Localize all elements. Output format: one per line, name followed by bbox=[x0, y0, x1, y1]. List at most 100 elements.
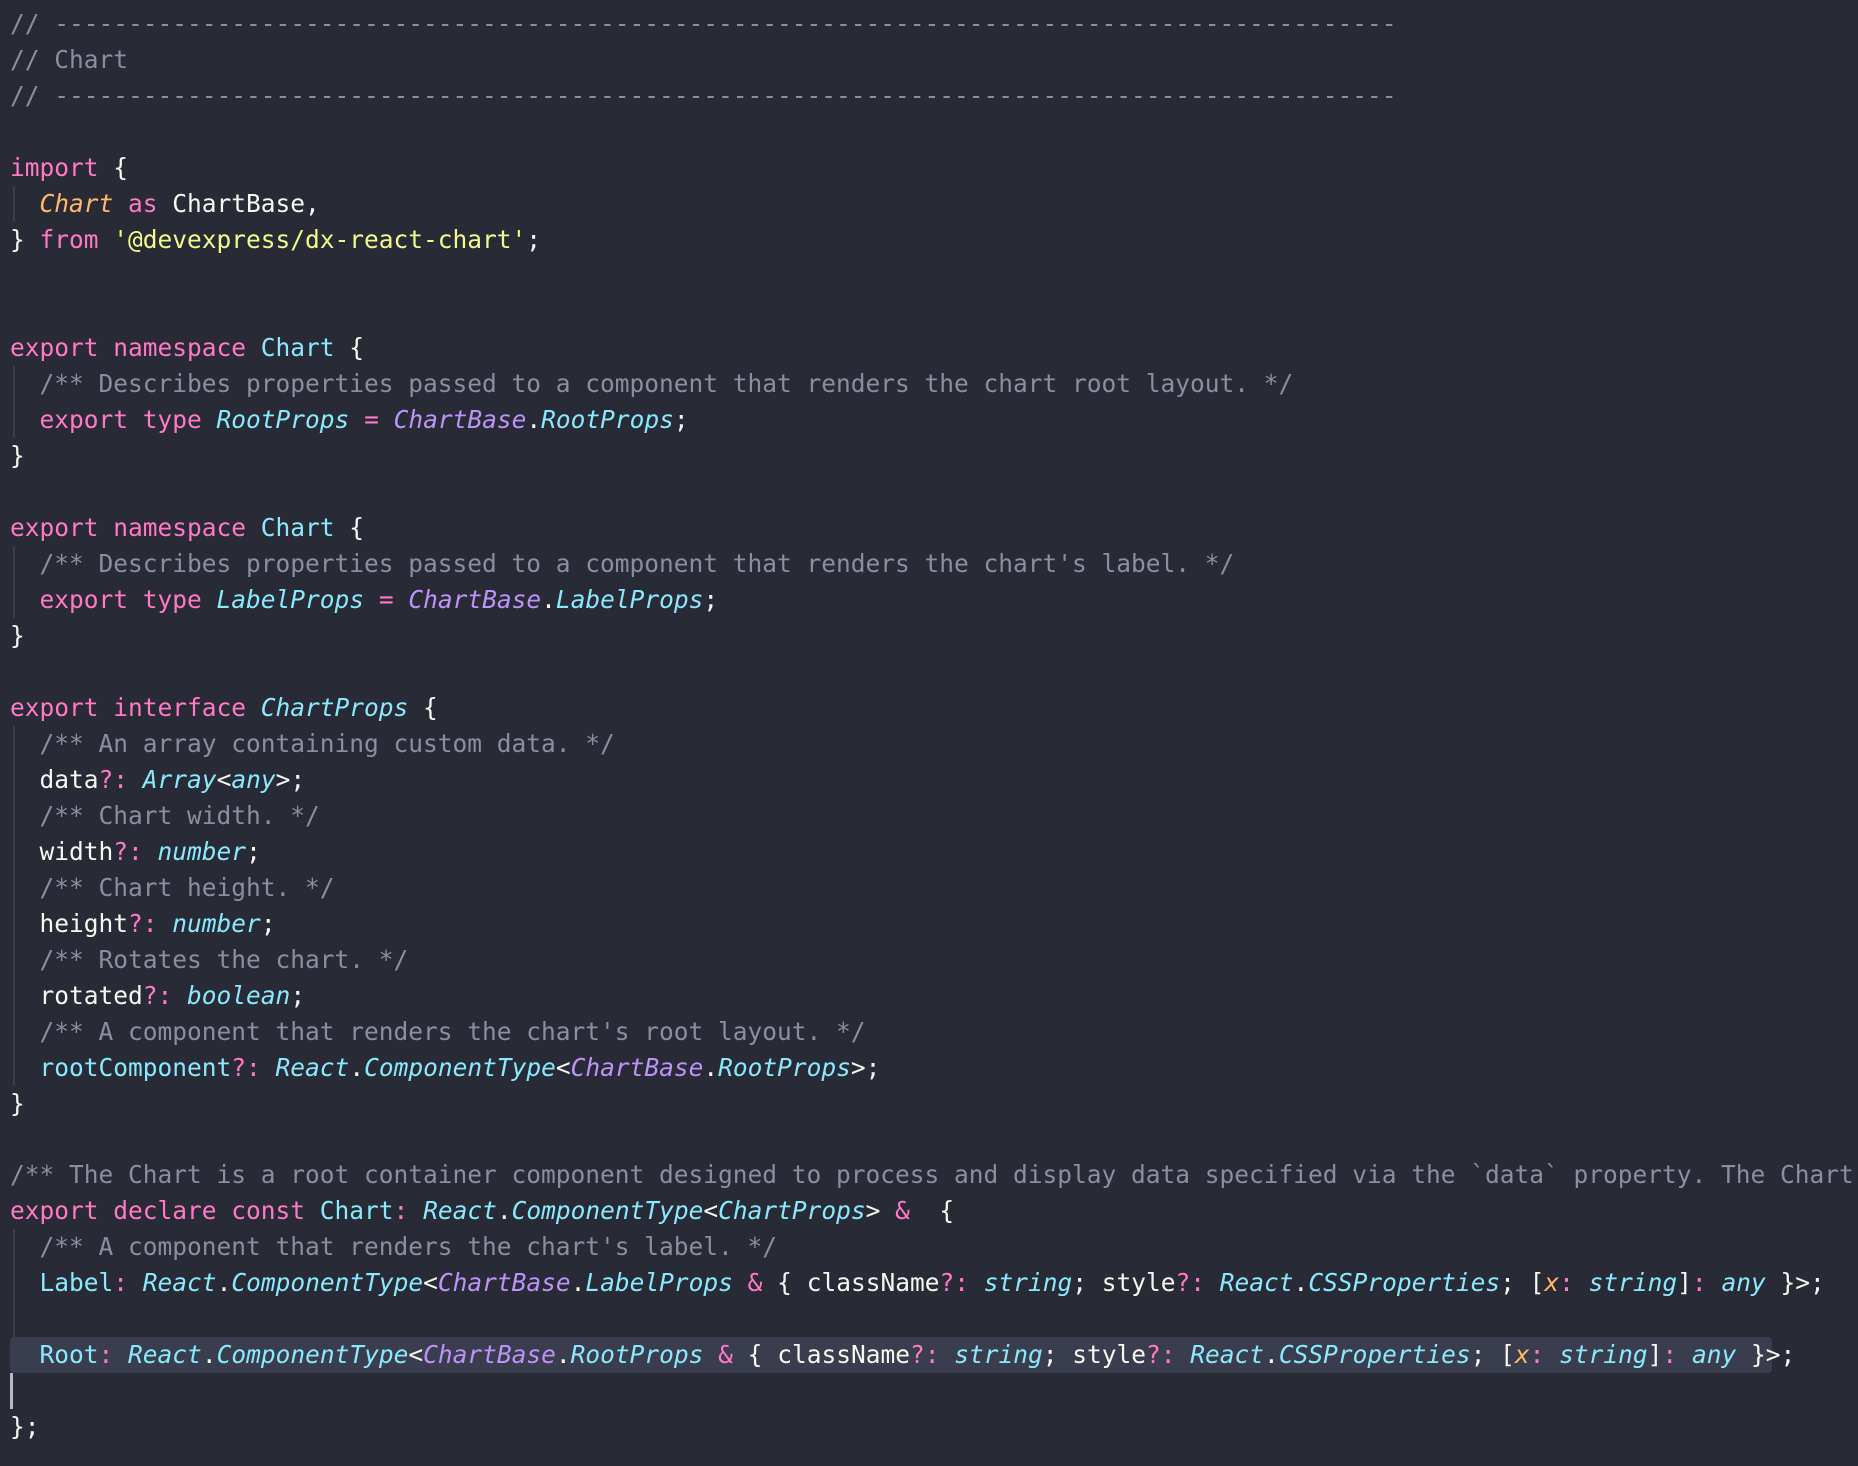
colon: : bbox=[1559, 1268, 1589, 1297]
code-editor[interactable]: // -------------------------------------… bbox=[0, 0, 1858, 1466]
punctuation: ; bbox=[673, 405, 689, 434]
punctuation: . bbox=[555, 1340, 571, 1369]
keyword-export: export bbox=[10, 693, 99, 722]
code-line: } bbox=[10, 438, 25, 474]
punctuation: ; bbox=[1500, 1268, 1530, 1297]
property-name: className bbox=[777, 1340, 910, 1369]
type-ref: LabelProps bbox=[555, 585, 704, 614]
operator-amp: & bbox=[703, 1340, 748, 1369]
doc-comment: /** A component that renders the chart's… bbox=[39, 1017, 866, 1046]
punctuation: < bbox=[408, 1340, 424, 1369]
type-name: RootProps bbox=[216, 405, 350, 434]
code-line: } bbox=[10, 618, 25, 654]
optional-colon: ?: bbox=[939, 1268, 984, 1297]
code-line: export declare const Chart: React.Compon… bbox=[10, 1193, 954, 1229]
code-line: }; bbox=[10, 1409, 40, 1445]
colon: : bbox=[1662, 1340, 1692, 1369]
punctuation: > bbox=[850, 1053, 866, 1082]
property-name: className bbox=[806, 1268, 940, 1297]
namespace-ref: React bbox=[1190, 1340, 1265, 1369]
code-line: width?: number; bbox=[10, 834, 261, 870]
type-ref: RootProps bbox=[541, 405, 674, 434]
namespace-ref: ChartBase bbox=[393, 405, 527, 434]
code-line: /** The Chart is a root container compon… bbox=[10, 1157, 1858, 1193]
namespace-ref: React bbox=[423, 1196, 497, 1225]
punctuation: . bbox=[1264, 1340, 1279, 1369]
type-ref: RootProps bbox=[718, 1053, 851, 1082]
namespace-ref: React bbox=[142, 1268, 217, 1297]
code-line: /** Describes properties passed to a com… bbox=[10, 366, 1294, 402]
code-line: export interface ChartProps { bbox=[10, 690, 438, 726]
doc-comment: /** The Chart is a root container compon… bbox=[10, 1160, 1858, 1189]
keyword-declare-const: declare const bbox=[98, 1196, 320, 1225]
punctuation: }>; bbox=[1736, 1340, 1796, 1369]
optional-colon: ?: bbox=[1175, 1268, 1220, 1297]
type-ref: string bbox=[954, 1340, 1043, 1369]
punctuation: ; bbox=[290, 765, 306, 794]
doc-comment: /** Describes properties passed to a com… bbox=[39, 549, 1235, 578]
colon: : bbox=[113, 1268, 143, 1297]
punctuation: . bbox=[496, 1196, 512, 1225]
punctuation: > bbox=[275, 765, 291, 794]
type-ref: string bbox=[1588, 1268, 1678, 1297]
type-ref: CSSProperties bbox=[1278, 1340, 1471, 1369]
type-ref: number bbox=[172, 909, 261, 938]
property-name: Root bbox=[39, 1340, 99, 1369]
code-line: /** Chart width. */ bbox=[10, 798, 320, 834]
code-line: rotated?: boolean; bbox=[10, 978, 306, 1014]
type-ref: CSSProperties bbox=[1308, 1268, 1501, 1297]
namespace-ref: React bbox=[1219, 1268, 1294, 1297]
text-cursor bbox=[10, 1373, 13, 1409]
type-ref: ChartProps bbox=[718, 1196, 866, 1225]
punctuation: . bbox=[216, 1268, 232, 1297]
punctuation: }>; bbox=[1765, 1268, 1825, 1297]
punctuation: . bbox=[526, 405, 542, 434]
punctuation: { bbox=[408, 693, 438, 722]
keyword-from: from bbox=[24, 225, 114, 254]
code-line: Label: React.ComponentType<ChartBase.Lab… bbox=[10, 1265, 1825, 1301]
string-module-path: '@devexpress/dx-react-chart' bbox=[113, 225, 527, 254]
code-line: // -------------------------------------… bbox=[10, 78, 1397, 114]
property-name: style bbox=[1072, 1340, 1147, 1369]
type-ref: string bbox=[1559, 1340, 1648, 1369]
keyword-export: export bbox=[10, 513, 99, 542]
keyword-as: as bbox=[113, 189, 173, 218]
punctuation: { bbox=[334, 333, 365, 362]
property-name: height bbox=[39, 909, 129, 938]
keyword-namespace: namespace bbox=[98, 333, 261, 362]
type-ref: ComponentType bbox=[231, 1268, 424, 1297]
punctuation: ; bbox=[246, 837, 261, 866]
colon: : bbox=[1529, 1340, 1560, 1369]
operator-amp: & bbox=[732, 1268, 778, 1297]
keyword-namespace: namespace bbox=[98, 513, 261, 542]
punctuation: } bbox=[10, 1089, 25, 1118]
namespace-name: Chart bbox=[260, 333, 335, 362]
colon: : bbox=[393, 1196, 424, 1225]
code-line: export namespace Chart { bbox=[10, 330, 364, 366]
optional-colon: ?: bbox=[98, 765, 143, 794]
punctuation: { bbox=[747, 1340, 778, 1369]
code-line: export type RootProps = ChartBase.RootPr… bbox=[10, 402, 689, 438]
punctuation: > bbox=[865, 1196, 881, 1225]
punctuation: . bbox=[201, 1340, 217, 1369]
punctuation: < bbox=[555, 1053, 571, 1082]
punctuation: ; bbox=[526, 225, 542, 254]
punctuation: ; bbox=[1072, 1268, 1102, 1297]
comment-rule: // -------------------------------------… bbox=[10, 9, 1397, 38]
keyword-interface: interface bbox=[98, 693, 261, 722]
punctuation: ; bbox=[290, 981, 306, 1010]
import-alias: ChartBase, bbox=[172, 189, 320, 218]
code-line: export type LabelProps = ChartBase.Label… bbox=[10, 582, 719, 618]
keyword-export: export bbox=[39, 405, 129, 434]
namespace-ref: React bbox=[128, 1340, 202, 1369]
code-line: Root: React.ComponentType<ChartBase.Root… bbox=[10, 1337, 1796, 1373]
code-line: import { bbox=[10, 150, 128, 186]
type-ref: ComponentType bbox=[364, 1053, 556, 1082]
optional-colon: ?: bbox=[909, 1340, 955, 1369]
punctuation: } bbox=[10, 225, 25, 254]
property-name: style bbox=[1101, 1268, 1176, 1297]
type-ref: ComponentType bbox=[511, 1196, 704, 1225]
property-name: rotated bbox=[39, 981, 143, 1010]
code-line: export namespace Chart { bbox=[10, 510, 364, 546]
punctuation: { bbox=[334, 513, 365, 542]
